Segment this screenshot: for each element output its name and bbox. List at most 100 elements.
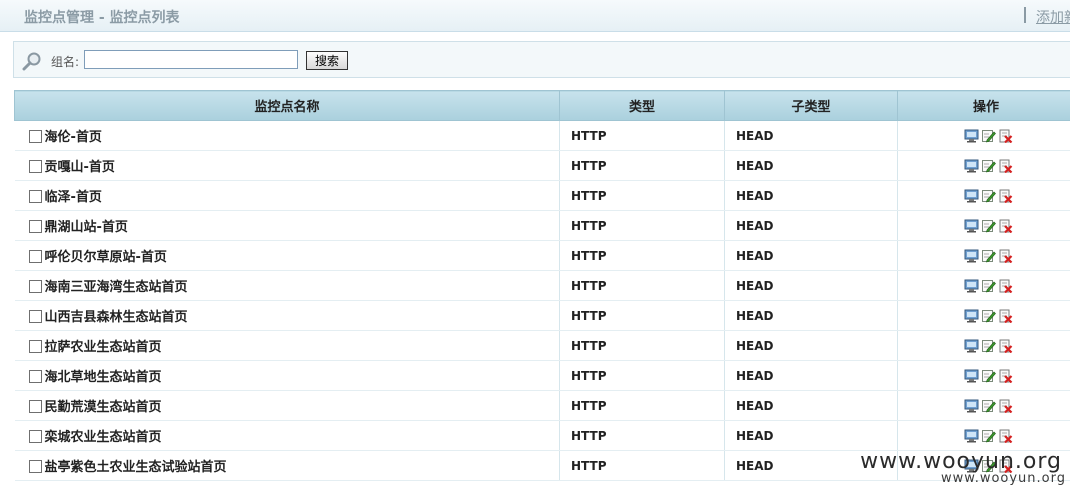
cell-subtype: HEAD [724, 300, 898, 331]
monitor-icon[interactable] [964, 279, 979, 293]
monitor-point-name[interactable]: 民勤荒漠生态站首页 [45, 400, 162, 415]
table-row: 民勤荒漠生态站首页 HTTP HEAD [14, 390, 1070, 421]
delete-icon[interactable] [998, 129, 1013, 144]
cell-name: 民勤荒漠生态站首页 [14, 390, 560, 421]
cell-type: HTTP [559, 240, 725, 271]
cell-actions [897, 270, 1070, 301]
row-checkbox[interactable] [28, 280, 42, 293]
table-row: 海伦-首页 HTTP HEAD [14, 120, 1070, 151]
cell-type: HTTP [559, 360, 725, 391]
cell-type: HTTP [559, 390, 725, 421]
monitor-icon[interactable] [964, 339, 979, 353]
cell-subtype: HEAD [724, 240, 898, 271]
row-checkbox[interactable] [28, 430, 42, 443]
monitor-icon[interactable] [964, 309, 979, 323]
cell-name: 海伦-首页 [14, 120, 560, 151]
monitor-icon[interactable] [964, 249, 979, 263]
monitor-point-name[interactable]: 海南三亚海湾生态站首页 [45, 280, 188, 295]
edit-icon[interactable] [981, 369, 996, 383]
column-header-actions: 操作 [897, 90, 1070, 121]
monitor-icon[interactable] [964, 429, 979, 443]
monitor-point-name[interactable]: 鼎湖山站-首页 [45, 220, 128, 235]
row-checkbox[interactable] [28, 370, 42, 383]
cell-subtype: HEAD [724, 330, 898, 361]
edit-icon[interactable] [981, 339, 996, 353]
add-new-link[interactable]: 添加新 [1036, 7, 1070, 27]
column-header-name[interactable]: 监控点名称 [14, 90, 560, 121]
monitor-point-name[interactable]: 临泽-首页 [45, 190, 102, 205]
table-row: 鼎湖山站-首页 HTTP HEAD [14, 210, 1070, 241]
cell-name: 盐亭紫色土农业生态试验站首页 [14, 450, 560, 481]
row-checkbox[interactable] [28, 250, 42, 263]
edit-icon[interactable] [981, 159, 996, 173]
monitor-point-table: 监控点名称 类型 子类型 操作 海伦-首页 HTTP HEAD 贡嘎山-首页 HTTP H… [14, 90, 1070, 481]
delete-icon[interactable] [998, 369, 1013, 384]
group-name-input[interactable] [84, 50, 298, 69]
cell-actions [897, 330, 1070, 361]
search-panel: 组名: 搜索 [13, 41, 1070, 78]
row-checkbox[interactable] [28, 460, 42, 473]
cell-subtype: HEAD [724, 390, 898, 421]
row-checkbox[interactable] [28, 220, 42, 233]
column-header-type[interactable]: 类型 [559, 90, 725, 121]
delete-icon[interactable] [998, 189, 1013, 204]
monitor-icon[interactable] [964, 399, 979, 413]
monitor-icon[interactable] [964, 159, 979, 173]
table-header-row: 监控点名称 类型 子类型 操作 [14, 90, 1070, 121]
row-checkbox[interactable] [28, 190, 42, 203]
delete-icon[interactable] [998, 159, 1013, 174]
edit-icon[interactable] [981, 429, 996, 443]
delete-icon[interactable] [998, 219, 1013, 234]
cell-subtype: HEAD [724, 180, 898, 211]
delete-icon[interactable] [998, 399, 1013, 414]
table-row: 贡嘎山-首页 HTTP HEAD [14, 150, 1070, 181]
title-separator [1024, 7, 1026, 23]
cell-subtype: HEAD [724, 270, 898, 301]
delete-icon[interactable] [998, 429, 1013, 444]
cell-name: 临泽-首页 [14, 180, 560, 211]
monitor-point-name[interactable]: 贡嘎山-首页 [45, 160, 115, 175]
delete-icon[interactable] [998, 249, 1013, 264]
row-checkbox[interactable] [28, 130, 42, 143]
table-row: 呼伦贝尔草原站-首页 HTTP HEAD [14, 240, 1070, 271]
monitor-point-name[interactable]: 呼伦贝尔草原站-首页 [45, 250, 167, 265]
monitor-icon[interactable] [964, 129, 979, 143]
cell-name: 拉萨农业生态站首页 [14, 330, 560, 361]
delete-icon[interactable] [998, 309, 1013, 324]
edit-icon[interactable] [981, 279, 996, 293]
row-checkbox[interactable] [28, 400, 42, 413]
cell-actions [897, 420, 1070, 451]
magnifier-icon [22, 52, 41, 71]
cell-actions [897, 150, 1070, 181]
monitor-icon[interactable] [964, 189, 979, 203]
cell-subtype: HEAD [724, 120, 898, 151]
edit-icon[interactable] [981, 309, 996, 323]
row-checkbox[interactable] [28, 160, 42, 173]
table-row: 山西吉县森林生态站首页 HTTP HEAD [14, 300, 1070, 331]
monitor-point-name[interactable]: 山西吉县森林生态站首页 [45, 310, 188, 325]
edit-icon[interactable] [981, 189, 996, 203]
monitor-point-name[interactable]: 海北草地生态站首页 [45, 370, 162, 385]
cell-type: HTTP [559, 300, 725, 331]
edit-icon[interactable] [981, 219, 996, 233]
cell-name: 海南三亚海湾生态站首页 [14, 270, 560, 301]
cell-name: 鼎湖山站-首页 [14, 210, 560, 241]
column-header-subtype[interactable]: 子类型 [724, 90, 898, 121]
delete-icon[interactable] [998, 339, 1013, 354]
monitor-point-name[interactable]: 海伦-首页 [45, 130, 102, 145]
cell-actions [897, 210, 1070, 241]
monitor-point-name[interactable]: 拉萨农业生态站首页 [45, 340, 162, 355]
monitor-icon[interactable] [964, 369, 979, 383]
cell-subtype: HEAD [724, 420, 898, 451]
search-button[interactable]: 搜索 [306, 51, 348, 70]
monitor-point-name[interactable]: 盐亭紫色土农业生态试验站首页 [45, 460, 227, 475]
cell-type: HTTP [559, 120, 725, 151]
edit-icon[interactable] [981, 129, 996, 143]
row-checkbox[interactable] [28, 310, 42, 323]
monitor-icon[interactable] [964, 219, 979, 233]
row-checkbox[interactable] [28, 340, 42, 353]
edit-icon[interactable] [981, 399, 996, 413]
edit-icon[interactable] [981, 249, 996, 263]
delete-icon[interactable] [998, 279, 1013, 294]
monitor-point-name[interactable]: 栾城农业生态站首页 [45, 430, 162, 445]
